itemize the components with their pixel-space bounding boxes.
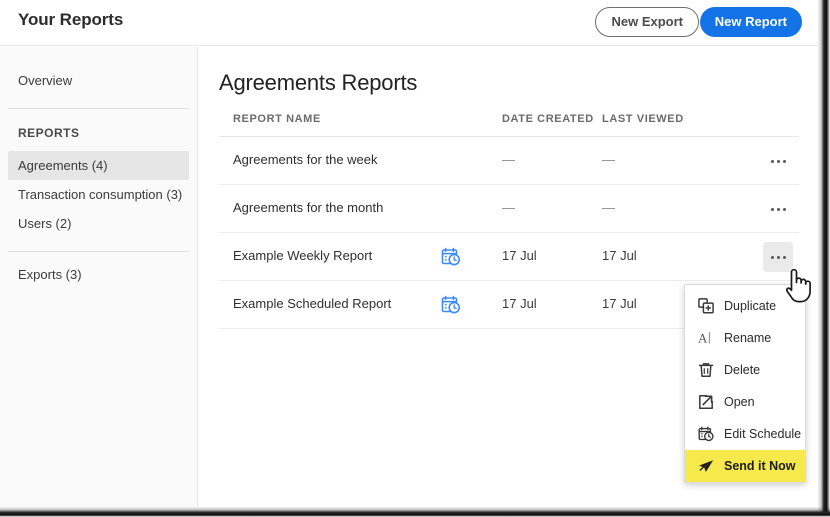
new-report-button[interactable]: New Report [700,7,802,37]
cell-report-name: Agreements for the month [233,200,383,215]
sidebar-item-transaction-consumption[interactable]: Transaction consumption (3) [8,180,189,209]
paper-plane-icon [697,458,714,475]
duplicate-icon [697,298,714,315]
page-title-your-reports: Your Reports [18,10,123,30]
cell-last-viewed: 17 Jul [602,296,637,311]
row-context-menu: Duplicate A Rename Delete [684,284,806,483]
sidebar-item-agreements[interactable]: Agreements (4) [8,151,189,180]
rename-icon: A [697,330,714,347]
context-menu-item-rename[interactable]: A Rename [685,322,805,354]
cell-last-viewed: 17 Jul [602,248,637,263]
sidebar-item-exports[interactable]: Exports (3) [8,260,189,289]
page-heading-agreements-reports: Agreements Reports [219,70,417,96]
reports-app-window: Your Reports New Export New Report Overv… [0,0,830,517]
context-menu-label: Delete [724,363,760,377]
schedule-icon [441,295,461,315]
window-edge-bottom [0,507,830,517]
cell-last-viewed: — [602,152,615,167]
row-overflow-menu-button-active[interactable] [763,242,793,272]
open-external-icon [697,394,714,411]
context-menu-item-open[interactable]: Open [685,386,805,418]
context-menu-label: Duplicate [724,299,776,313]
column-header-last-viewed: LAST VIEWED [602,113,684,125]
cell-date-created: — [502,200,515,215]
context-menu-label: Edit Schedule [724,427,801,441]
column-header-date-created: DATE CREATED [502,113,594,125]
cell-date-created: — [502,152,515,167]
context-menu-label: Rename [724,331,771,345]
trash-icon [697,362,714,379]
table-row[interactable]: Agreements for the month — — [219,185,799,233]
context-menu-label: Open [724,395,755,409]
cell-last-viewed: — [602,200,615,215]
row-overflow-menu-button[interactable] [763,194,793,224]
row-overflow-menu-button[interactable] [763,146,793,176]
table-row[interactable]: Agreements for the week — — [219,137,799,185]
column-header-report-name: REPORT NAME [233,113,321,125]
calendar-clock-icon [697,426,714,443]
cell-report-name: Example Weekly Report [233,248,372,263]
context-menu-item-duplicate[interactable]: Duplicate [685,290,805,322]
new-export-button[interactable]: New Export [595,7,699,37]
sidebar: Overview REPORTS Agreements (4) Transact… [0,47,198,507]
sidebar-section-reports: REPORTS [0,122,197,144]
context-menu-item-send-it-now[interactable]: Send it Now [685,450,805,482]
cell-date-created: 17 Jul [502,248,537,263]
sidebar-reports-group: Agreements (4) Transaction consumption (… [0,151,197,238]
table-row[interactable]: Example Weekly Report 17 Jul [219,233,799,281]
context-menu-item-edit-schedule[interactable]: Edit Schedule [685,418,805,450]
cell-report-name: Example Scheduled Report [233,296,391,311]
schedule-icon [441,247,461,267]
table-header-row: REPORT NAME DATE CREATED LAST VIEWED [219,113,799,137]
window-edge-right [818,0,830,517]
sidebar-item-users[interactable]: Users (2) [8,209,189,238]
context-menu-item-delete[interactable]: Delete [685,354,805,386]
app-header: Your Reports New Export New Report [0,0,818,46]
cell-report-name: Agreements for the week [233,152,378,167]
svg-text:A: A [698,331,708,346]
sidebar-item-overview[interactable]: Overview [8,66,189,95]
cell-date-created: 17 Jul [502,296,537,311]
sidebar-divider-2 [8,251,189,252]
sidebar-divider-1 [8,108,189,109]
context-menu-label: Send it Now [724,459,796,473]
